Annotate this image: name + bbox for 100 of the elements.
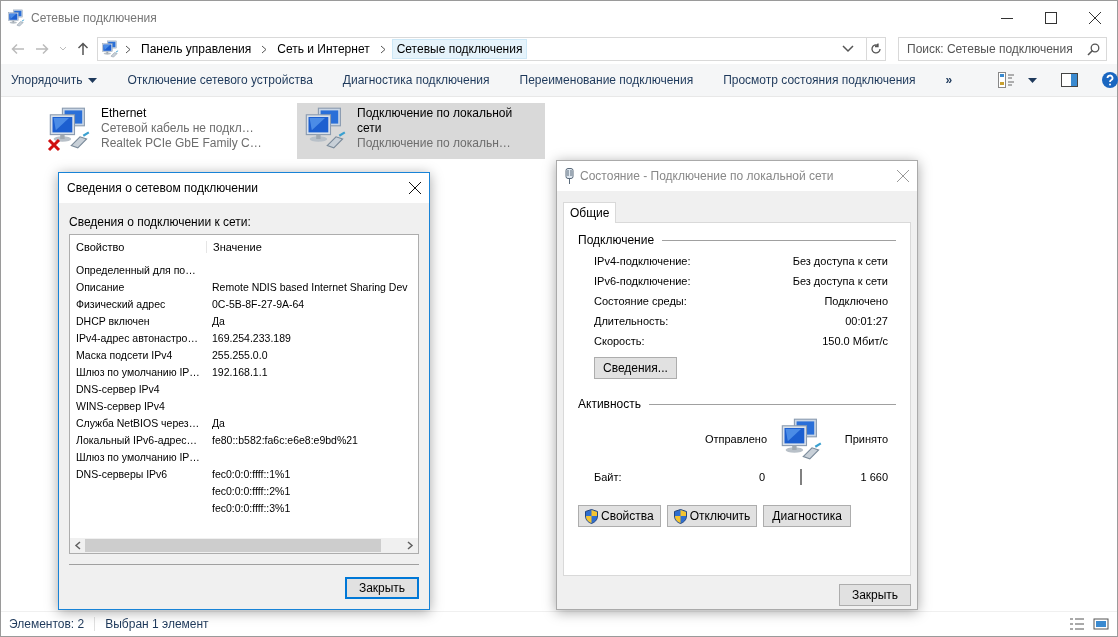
dialog-title: Сведения о сетевом подключении — [67, 181, 259, 195]
property-value: 00:01:27 — [845, 315, 888, 327]
property-cell-text: Описание — [75, 280, 126, 293]
property-cell-text: Служба NetBIOS через… — [75, 416, 201, 429]
value-cell-text: 169.254.233.189 — [211, 331, 292, 344]
property-cell-text: Шлюз по умолчанию IP… — [75, 365, 201, 378]
property-cell-text: DHCP включен — [75, 314, 151, 327]
property-label: Скорость: — [594, 335, 645, 347]
property-label: Длительность: — [594, 315, 669, 327]
connection-name: Подключение по локальной сети — [357, 106, 514, 136]
property-cell-text: DNS-серверы IPv6 — [75, 467, 169, 480]
view-options-icon[interactable] — [998, 72, 1015, 88]
connection-name: Ethernet — [101, 106, 148, 121]
search-icon — [1087, 42, 1100, 56]
dialog-title: Состояние - Подключение по локальной сети — [580, 169, 835, 183]
connection-status: Сетевой кабель не подкл… — [101, 121, 255, 136]
toolbar-command[interactable]: Отключение сетевого устройства — [127, 73, 313, 87]
breadcrumb[interactable]: Сетевые подключения — [391, 39, 528, 59]
close-icon[interactable] — [1089, 11, 1101, 24]
network-computers-icon — [47, 106, 91, 150]
caret-icon — [88, 77, 98, 83]
property-cell-text: WINS-сервер IPv4 — [75, 399, 166, 412]
property-value: Без доступа к сети — [792, 255, 888, 267]
help-icon[interactable] — [1102, 72, 1118, 88]
breadcrumb[interactable]: Сеть и Интернет — [273, 40, 374, 58]
scroll-left-icon[interactable] — [74, 541, 81, 550]
property-value: 150.0 Мбит/с — [822, 335, 888, 347]
up-arrow-icon[interactable] — [77, 42, 89, 56]
chevron-right-icon[interactable] — [379, 44, 386, 54]
connection-status: Подключение по локальн… — [357, 136, 512, 151]
preview-pane-icon[interactable] — [1061, 73, 1079, 87]
bytes-sent: 0 — [758, 471, 765, 483]
toolbar-command[interactable]: Диагностика подключения — [342, 73, 490, 87]
value-cell-text: fec0:0:0:ffff::3%1 — [211, 501, 292, 514]
value-cell-text: 192.168.1.1 — [211, 365, 269, 378]
action-button[interactable]: Отключить — [666, 505, 758, 527]
maximize-icon[interactable] — [1045, 11, 1057, 24]
property-cell-text: Определенный для по… — [75, 263, 197, 276]
value-cell-text: Да — [211, 314, 226, 327]
window-title: Сетевые подключения — [31, 10, 158, 25]
received-label: Принято — [844, 433, 888, 445]
value-cell-text: 0C-5B-8F-27-9A-64 — [211, 297, 306, 310]
sent-label: Отправлено — [704, 433, 767, 445]
chevron-right-icon[interactable] — [125, 44, 131, 54]
close-button[interactable]: Закрыть — [345, 577, 419, 599]
large-icons-view-icon[interactable] — [1093, 617, 1109, 631]
network-computers-icon — [7, 8, 25, 27]
network-computers-icon — [779, 417, 823, 461]
column-header[interactable]: Свойство — [70, 241, 206, 253]
tab[interactable]: Общие — [563, 202, 617, 223]
chevron-down-icon[interactable] — [842, 45, 854, 53]
connection-item[interactable]: Подключение по локальной сети Подключение по локальн… — [297, 103, 545, 159]
section-heading: Подключение — [578, 233, 655, 247]
property-label: IPv4-подключение: — [594, 255, 691, 267]
search-field[interactable]: Поиск: Сетевые подключения — [898, 37, 1107, 61]
value-cell-text: 255.255.0.0 — [211, 348, 269, 361]
shield-icon — [585, 508, 598, 524]
chevron-right-icon[interactable] — [261, 44, 268, 54]
device-name: Realtek PCIe GbE Family C… — [101, 136, 263, 151]
toolbar-command[interactable]: Просмотр состояния подключения — [723, 73, 916, 87]
property-value: Без доступа к сети — [792, 275, 888, 287]
property-value: Подключено — [824, 295, 888, 307]
network-computers-icon — [303, 106, 347, 150]
horizontal-scrollbar[interactable] — [70, 538, 418, 553]
property-cell-text: IPv4-адрес автонастро… — [75, 331, 199, 344]
close-icon[interactable] — [409, 182, 421, 194]
property-cell-text: Локальный IPv6-адрес… — [75, 433, 199, 446]
more-commands[interactable]: » — [945, 73, 953, 87]
toolbar-command[interactable]: Переименование подключения — [519, 73, 694, 87]
action-button[interactable]: Свойства — [578, 505, 661, 527]
refresh-button[interactable] — [866, 37, 886, 61]
action-button[interactable]: Диагностика — [763, 505, 851, 527]
property-cell-text: DNS-сервер IPv4 — [75, 382, 161, 395]
list-caption: Сведения о подключении к сети: — [69, 215, 252, 229]
section-heading: Активность — [578, 397, 641, 411]
scroll-right-icon[interactable] — [407, 541, 414, 550]
organize-menu[interactable]: Упорядочить — [11, 73, 98, 87]
value-cell-text: Да — [211, 416, 226, 429]
bytes-label: Байт: — [594, 471, 623, 483]
value-cell-text: fec0:0:0:ffff::1%1 — [211, 467, 292, 480]
property-cell-text: Физический адрес — [75, 297, 167, 310]
property-cell-text: Маска подсети IPv4 — [75, 348, 174, 361]
column-header[interactable]: Значение — [206, 241, 418, 253]
property-label: Состояние среды: — [594, 295, 687, 307]
value-cell-text: fe80::b582:fa6c:e6e8:e9bd%21 — [211, 433, 359, 446]
selection-count: Выбран 1 элемент — [105, 617, 209, 631]
details-button[interactable]: Сведения... — [594, 357, 677, 379]
plug-icon — [565, 168, 574, 184]
close-button[interactable]: Закрыть — [839, 584, 911, 606]
property-cell-text: Шлюз по умолчанию IP… — [75, 450, 201, 463]
caret-icon[interactable] — [1028, 77, 1038, 83]
connection-item[interactable]: Ethernet Сетевой кабель не подкл… Realtek PCIe GbE Family C… — [41, 103, 289, 159]
shield-icon — [673, 508, 687, 524]
refresh-icon — [870, 43, 882, 55]
value-cell-text: fec0:0:0:ffff::2%1 — [211, 484, 292, 497]
breadcrumb[interactable]: Панель управления — [137, 40, 256, 58]
value-cell-text: Remote NDIS based Internet Sharing Dev — [211, 280, 409, 293]
network-computers-icon — [101, 40, 119, 58]
item-count: Элементов: 2 — [9, 617, 85, 631]
property-label: IPv6-подключение: — [594, 275, 691, 287]
